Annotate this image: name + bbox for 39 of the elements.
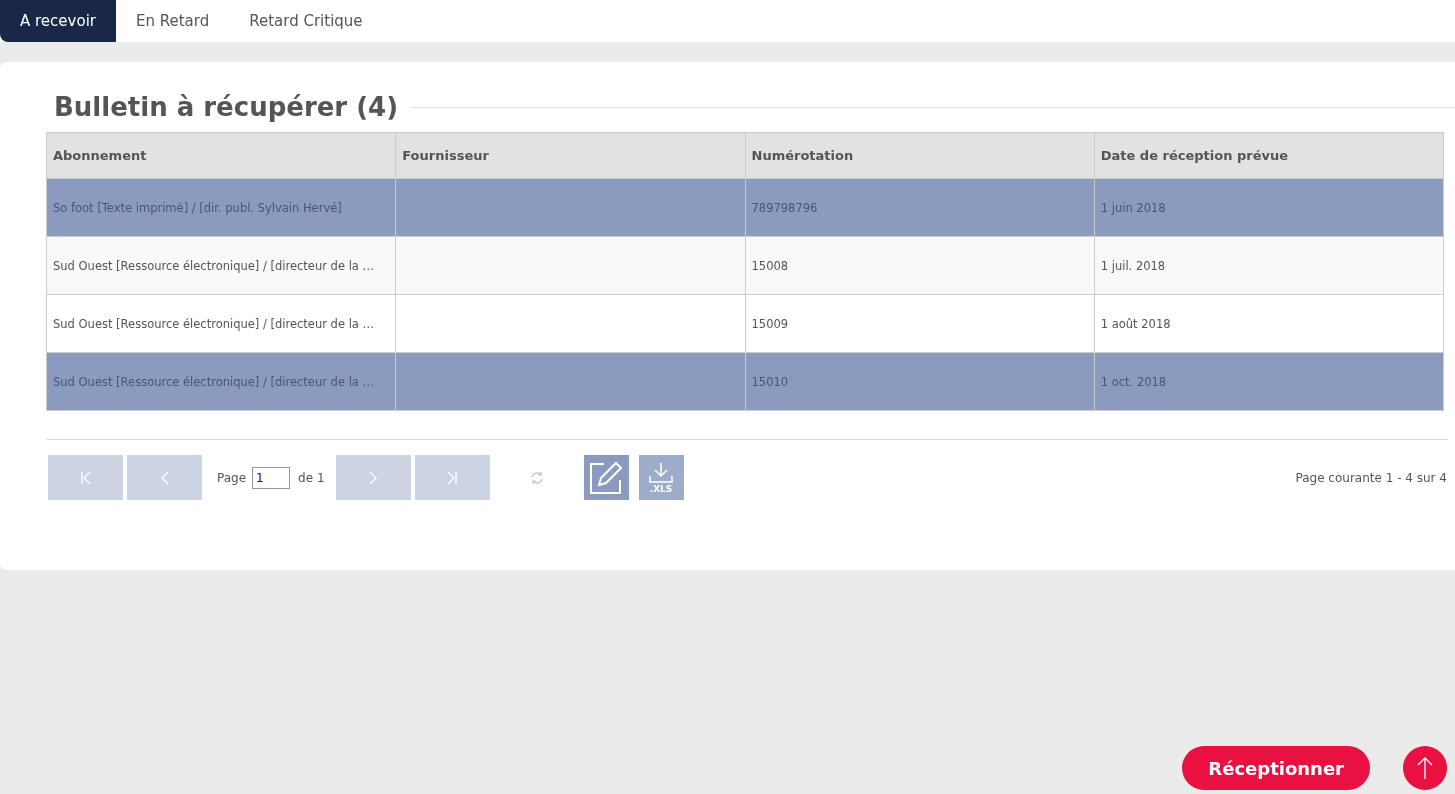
page-input-field[interactable]: 1 [252, 466, 291, 489]
table-cell: 15008 [751, 258, 789, 273]
table-row[interactable]: Sud Ouest [Ressource électronique] / [directeur de la … 15009 1 août 2018 [46, 294, 1444, 353]
page-summary: Page courante 1 - 4 sur 4 [1295, 470, 1447, 485]
column-header: Fournisseur [395, 132, 745, 179]
page-count-label: de 1 [298, 470, 325, 485]
table-cell: 1 août 2018 [1100, 316, 1171, 331]
table-cell: 15010 [751, 374, 789, 389]
last-page-button[interactable] [414, 455, 490, 500]
table-cell: Sud Ouest [Ressource électronique] / [directeur de la … [53, 374, 375, 389]
edit-button[interactable] [583, 455, 629, 500]
table-cell: 1 juin 2018 [1100, 200, 1166, 215]
scroll-top-button[interactable] [1403, 746, 1447, 790]
column-header: Abonnement [46, 132, 396, 179]
tab[interactable]: Retard Critique [229, 0, 383, 42]
first-page-icon [78, 469, 93, 486]
last-page-icon [445, 469, 459, 486]
edit-icon [588, 459, 624, 496]
table-cell: 1 juil. 2018 [1100, 258, 1166, 273]
column-header: Numérotation [745, 132, 1095, 179]
tab[interactable]: En Retard [115, 0, 230, 42]
table-cell: 789798796 [751, 200, 818, 215]
table-cell: Sud Ouest [Ressource électronique] / [directeur de la … [53, 316, 375, 331]
refresh-icon[interactable] [529, 470, 544, 485]
download-icon [648, 461, 674, 484]
table-cell: 1 oct. 2018 [1100, 374, 1167, 389]
previous-page-button[interactable] [127, 455, 202, 500]
table-cell: 15009 [751, 316, 789, 331]
receive-button[interactable]: Réceptionner [1182, 746, 1370, 790]
section-title: Bulletin à récupérer (4) [54, 92, 399, 122]
next-page-button[interactable] [335, 455, 411, 500]
table-cell: So foot [Texte imprimé] / [dir. publ. Sylvain Hervé] [53, 200, 342, 215]
tab[interactable]: A recevoir [0, 0, 116, 42]
table-row[interactable]: Sud Ouest [Ressource électronique] / [directeur de la … 15008 1 juil. 2018 [46, 236, 1444, 295]
arrow-up-icon [1417, 756, 1433, 780]
table-cell: Sud Ouest [Ressource électronique] / [directeur de la … [53, 258, 375, 273]
first-page-button[interactable] [48, 455, 123, 500]
column-header: Date de réception prévue [1094, 132, 1444, 179]
page-label: Page [217, 470, 247, 485]
